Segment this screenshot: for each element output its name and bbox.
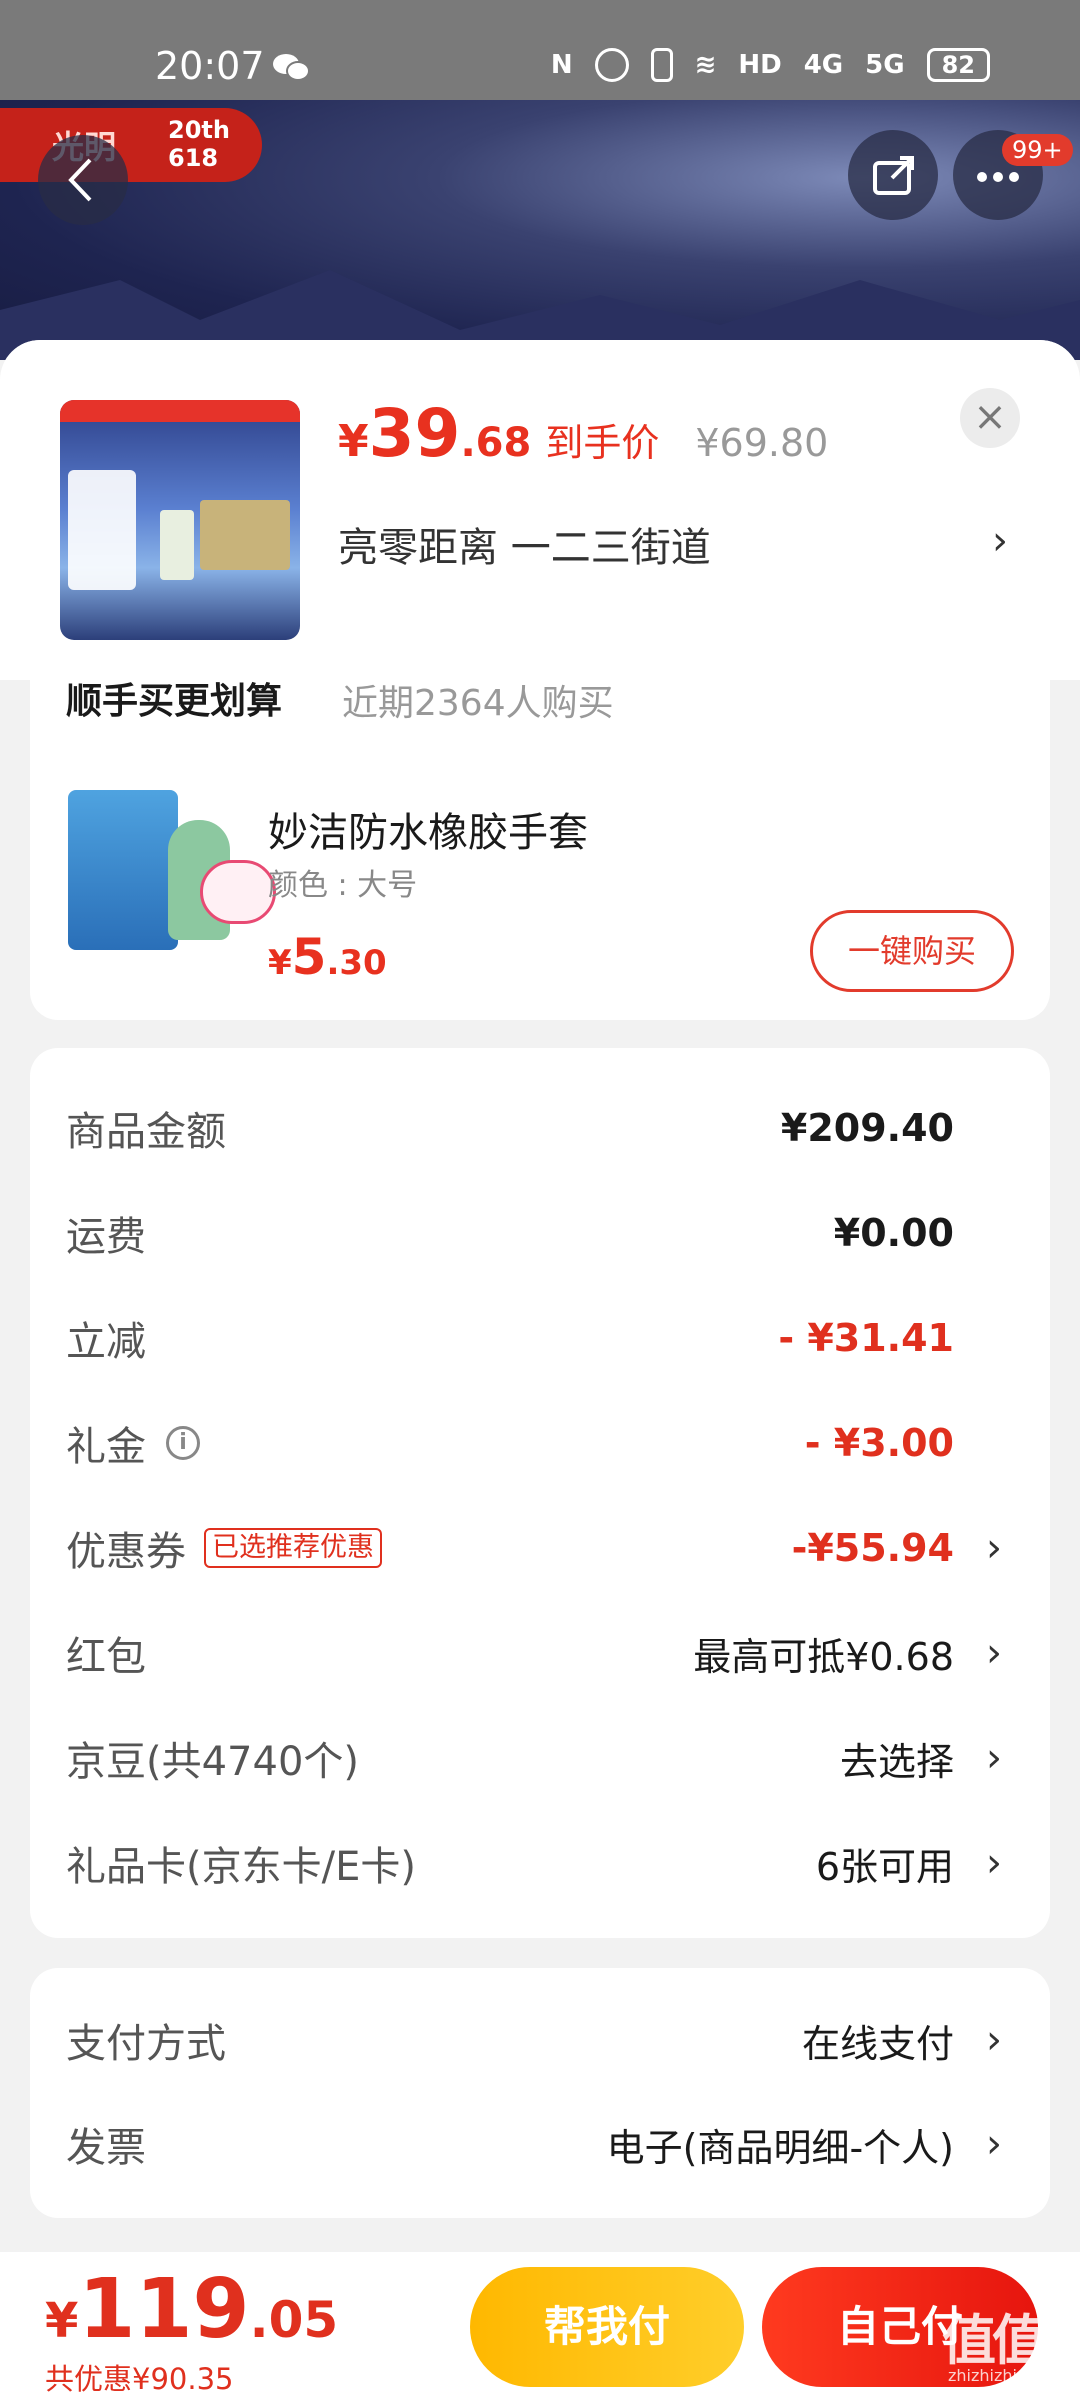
- fee-row-gift-money: 礼金 i - ¥3.00: [66, 1421, 954, 1470]
- chevron-right-icon: ›: [986, 1840, 1002, 1886]
- info-icon[interactable]: i: [166, 1426, 200, 1460]
- upsell-title: 顺手买更划算: [66, 681, 283, 722]
- battery-icon: 82: [926, 48, 990, 82]
- fee-row-instant-discount: 立减 - ¥31.41: [66, 1316, 954, 1365]
- fee-row-shipping: 运费 ¥0.00: [66, 1211, 954, 1260]
- chevron-right-icon: ›: [992, 518, 1008, 564]
- fee-row-red-packet[interactable]: 红包 最高可抵¥0.68 ›: [66, 1623, 1038, 1683]
- delivery-address[interactable]: 亮零距离 一二三街道: [338, 515, 711, 573]
- help-me-pay-button[interactable]: 帮我付: [470, 2267, 744, 2387]
- recommended-tag: 已选推荐优惠: [204, 1528, 382, 1568]
- brand-event: 20th 618: [168, 116, 230, 172]
- invoice-row[interactable]: 发票 电子(商品明细-个人) ›: [66, 2114, 1038, 2174]
- notification-badge: 99+: [1002, 134, 1073, 166]
- nfc-icon: N: [550, 50, 573, 80]
- original-price: ¥69.80: [695, 421, 829, 465]
- upsell-item-price: ¥5.30: [268, 928, 387, 986]
- chevron-right-icon: ›: [986, 1630, 1002, 1676]
- fee-row-jd-beans[interactable]: 京豆(共4740个) 去选择 ›: [66, 1728, 1038, 1788]
- chevron-right-icon: ›: [986, 2017, 1002, 2063]
- payment-method-row[interactable]: 支付方式 在线支付 ›: [66, 2010, 1038, 2070]
- vibrate-icon: [650, 48, 673, 82]
- wechat-icon: [273, 54, 310, 81]
- signal-4g-icon: 4G: [803, 50, 844, 80]
- fee-row-gift-card[interactable]: 礼品卡(京东卡/E卡) 6张可用 ›: [66, 1833, 1038, 1893]
- chevron-right-icon: ›: [986, 1735, 1002, 1781]
- fee-row-coupon[interactable]: 优惠券 已选推荐优惠 -¥55.94 ›: [66, 1518, 1038, 1578]
- system-icons: N ≋ HD 4G 5G 82: [551, 48, 990, 82]
- wifi-icon: ≋: [694, 50, 717, 80]
- checkout-sheet: ¥ 39 .68 到手价 ¥69.80 × 亮零距离 一二三街道 › 顺手买更划…: [0, 340, 1080, 2400]
- one-click-buy-button[interactable]: 一键购买: [810, 910, 1014, 992]
- share-button[interactable]: [848, 130, 938, 220]
- total-saving: 共优惠¥90.35: [45, 2362, 234, 2396]
- upsell-item-spec: 颜色 : 大号: [268, 868, 418, 903]
- fee-row-subtotal: 商品金额 ¥209.40: [66, 1106, 954, 1155]
- fee-breakdown: 商品金额 ¥209.40 运费 ¥0.00 立减 - ¥31.41 礼金 i - …: [30, 1048, 1050, 1938]
- status-bar: 20:07 N ≋ HD 4G 5G 82: [0, 0, 1080, 100]
- watermark-logo: 值值值: [942, 2309, 1080, 2372]
- hd-icon: HD: [738, 50, 782, 80]
- product-price: ¥ 39 .68 到手价 ¥69.80: [338, 395, 829, 472]
- product-summary: ¥ 39 .68 到手价 ¥69.80 × 亮零距离 一二三街道 ›: [0, 340, 1080, 680]
- upsell-card: 顺手买更划算 近期2364人购买 妙洁防水橡胶手套 颜色 : 大号 ¥5.30 …: [30, 680, 1050, 1020]
- upsell-item-image[interactable]: [68, 780, 278, 950]
- final-price-label: 到手价: [545, 421, 660, 465]
- total-price: ¥119.05: [45, 2262, 339, 2357]
- chevron-right-icon: ›: [986, 2121, 1002, 2167]
- upsell-subtitle: 近期2364人购买: [342, 683, 614, 724]
- watermark-url: zhizhizhi.com: [948, 2366, 1057, 2385]
- upsell-item-name[interactable]: 妙洁防水橡胶手套: [268, 800, 588, 858]
- product-image[interactable]: [60, 400, 300, 640]
- chevron-left-icon: [68, 158, 92, 202]
- close-button[interactable]: ×: [960, 388, 1020, 448]
- payment-card: 支付方式 在线支付 › 发票 电子(商品明细-个人) ›: [30, 1968, 1050, 2218]
- checkout-bar: ¥119.05 共优惠¥90.35 帮我付 自己付: [0, 2252, 1080, 2400]
- share-icon: [873, 156, 914, 195]
- alarm-icon: [594, 48, 629, 82]
- status-time: 20:07: [155, 44, 265, 88]
- back-button[interactable]: [38, 135, 128, 225]
- chevron-right-icon: ›: [986, 1525, 1002, 1571]
- signal-5g-icon: 5G: [865, 50, 905, 80]
